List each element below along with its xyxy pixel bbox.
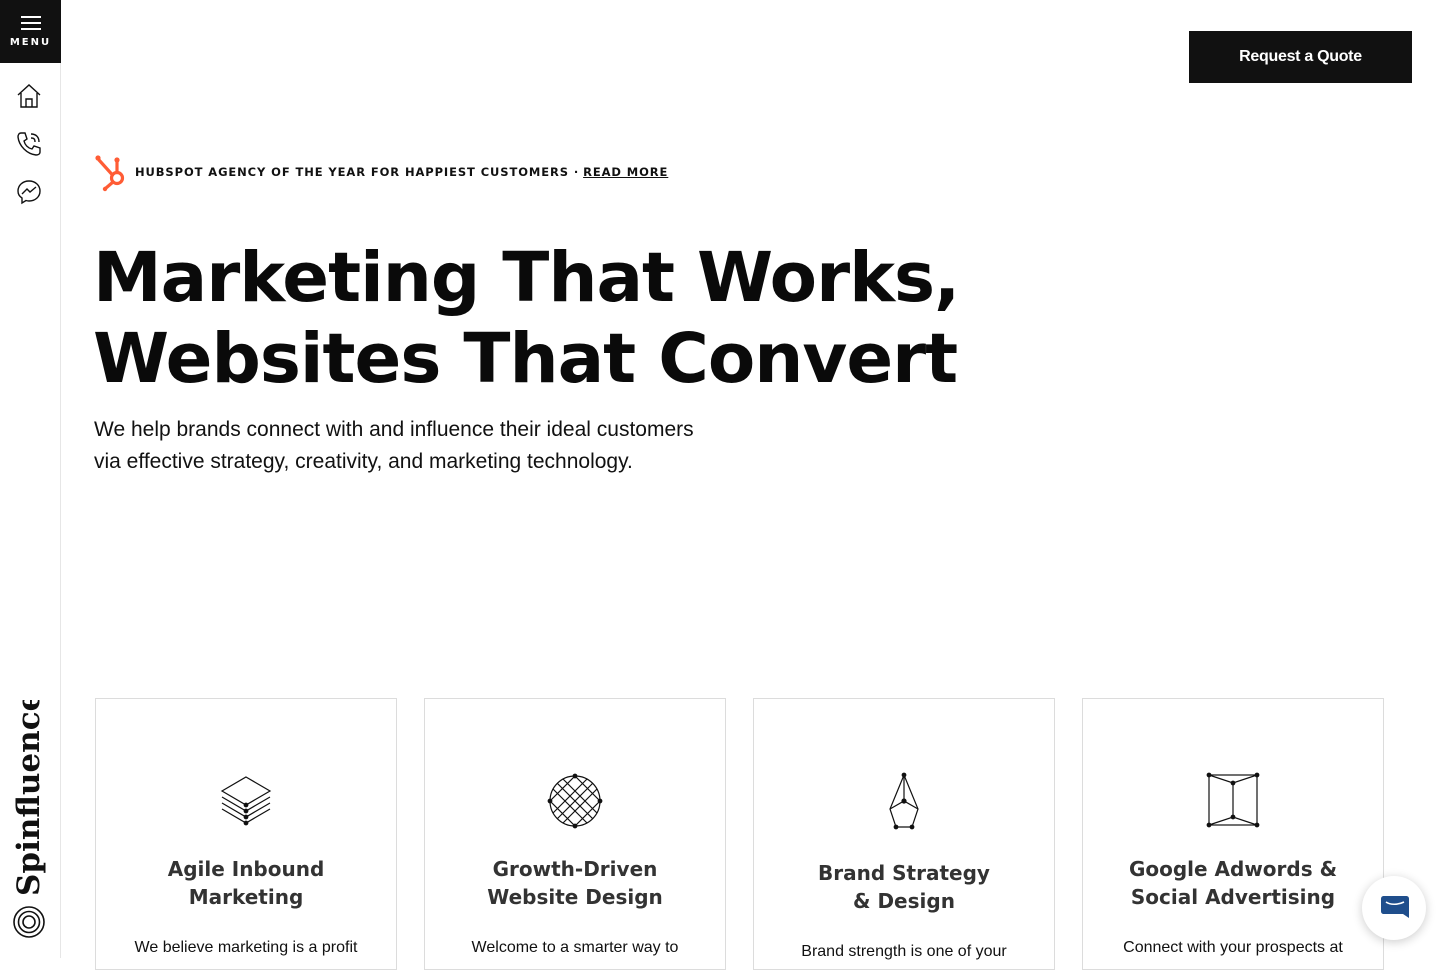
award-text: HUBSPOT AGENCY OF THE YEAR FOR HAPPIEST …: [135, 165, 580, 179]
logo-text: Spinfluence: [11, 700, 47, 896]
service-card-brand[interactable]: Brand Strategy & Design Brand strength is…: [753, 698, 1055, 970]
card-title: Google Adwords & Social Advertising: [1128, 857, 1338, 909]
request-quote-button[interactable]: Request a Quote: [1189, 31, 1412, 83]
card-body: We believe marketing is a profit: [134, 939, 358, 956]
service-card-website[interactable]: Growth-Driven Website Design Welcome to a…: [424, 698, 726, 970]
service-card-inbound[interactable]: Agile Inbound Marketing We believe market…: [95, 698, 397, 970]
spinfluence-logo[interactable]: Spinfluence: [8, 692, 48, 898]
globe-grid-icon: [547, 773, 603, 829]
award-banner: HUBSPOT AGENCY OF THE YEAR FOR HAPPIEST …: [93, 152, 668, 192]
menu-label: MENU: [9, 36, 52, 48]
card-title: Growth-Driven Website Design: [487, 857, 663, 909]
chat-bubble-icon: [1381, 896, 1409, 918]
card-body: Brand strength is one of your: [801, 943, 1007, 960]
hero-lead: We help brands connect with and influenc…: [94, 414, 774, 478]
pen-nib-icon: [889, 772, 919, 830]
service-card-advertising[interactable]: Google Adwords & Social Advertising Conne…: [1082, 698, 1384, 970]
hero-lead-line1: We help brands connect with and influenc…: [94, 418, 694, 441]
layers-icon: [220, 776, 272, 826]
card-title: Agile Inbound Marketing: [167, 857, 325, 909]
hero-lead-line2: via effective strategy, creativity, and …: [94, 450, 633, 473]
chat-launcher-button[interactable]: [1362, 876, 1426, 940]
phone-icon[interactable]: [13, 128, 45, 160]
spinfluence-mark-icon: [12, 905, 46, 939]
home-icon[interactable]: [13, 80, 45, 112]
open-box-icon: [1206, 772, 1260, 828]
left-rail: MENU Spinfluence: [0, 0, 61, 958]
hero-heading: Marketing That Works, Websites That Conv…: [93, 238, 960, 400]
menu-button[interactable]: MENU: [0, 0, 61, 63]
messenger-icon[interactable]: [13, 176, 45, 208]
card-body: Connect with your prospects at: [1123, 939, 1343, 956]
hamburger-icon: [20, 15, 41, 30]
card-body: Welcome to a smarter way to: [471, 939, 679, 956]
hero-heading-line1: Marketing That Works,: [93, 238, 960, 318]
read-more-link[interactable]: READ MORE: [583, 165, 668, 179]
card-title: Brand Strategy & Design: [818, 861, 990, 913]
hubspot-icon: [95, 155, 125, 192]
hero-heading-line2: Websites That Convert: [93, 319, 958, 399]
